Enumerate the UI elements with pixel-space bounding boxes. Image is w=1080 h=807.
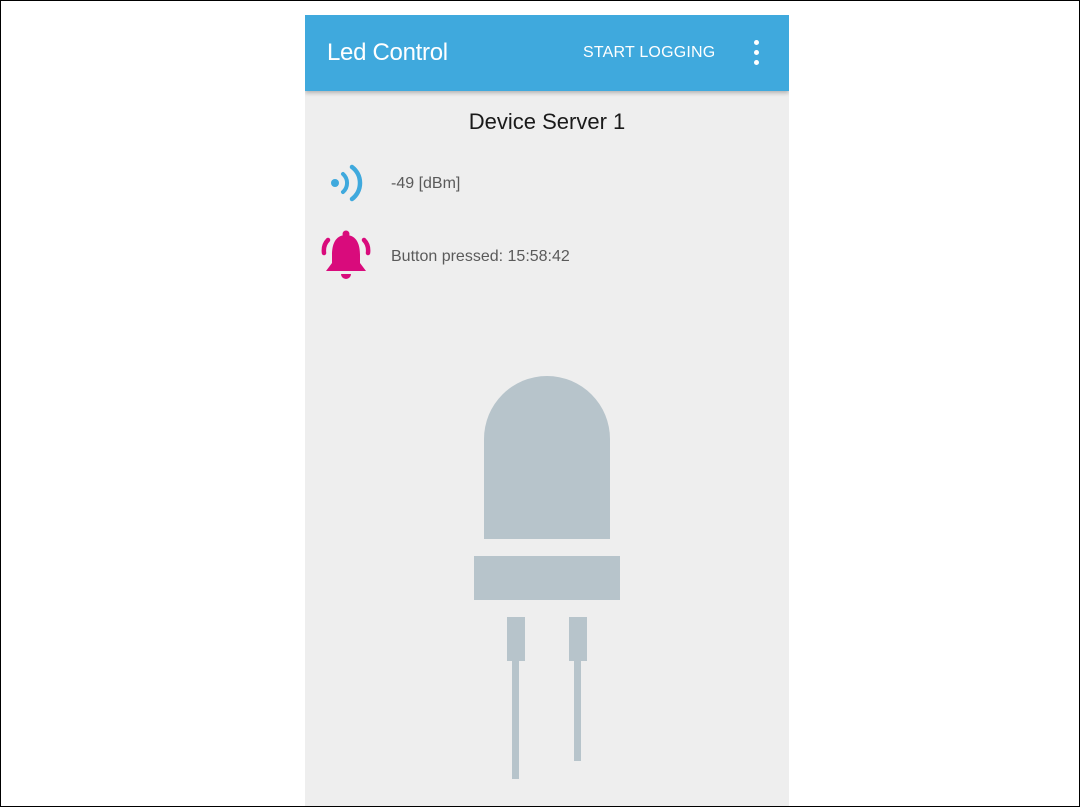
led-icon[interactable] [305,15,789,806]
screenshot-frame: Led Control START LOGGING Device Server … [0,0,1080,807]
more-vert-icon[interactable] [745,37,769,69]
app-bar: Led Control START LOGGING [305,15,789,91]
app-title: Led Control [327,39,448,66]
phone-screen: Led Control START LOGGING Device Server … [305,15,789,806]
start-logging-button[interactable]: START LOGGING [583,44,715,62]
